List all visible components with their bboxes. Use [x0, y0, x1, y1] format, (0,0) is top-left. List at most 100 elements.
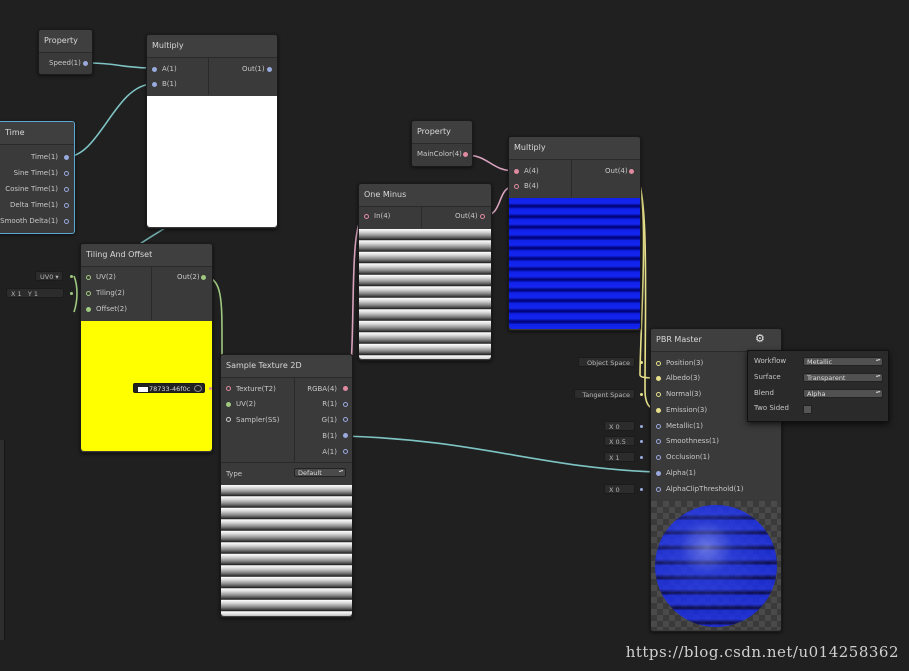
occlusion-value: X 1 [609, 454, 620, 462]
position-space-field[interactable]: Object Space [578, 357, 635, 367]
a-input-port[interactable] [152, 67, 157, 72]
node-title: Time [0, 122, 74, 145]
metallic-value: X 0 [609, 423, 620, 431]
node-title: Property [412, 121, 472, 144]
a-input-label: A(4) [524, 167, 539, 175]
in-input-port[interactable] [364, 214, 369, 219]
uv-input-port[interactable] [86, 275, 91, 280]
r-output-label: R(1) [322, 400, 337, 408]
alpha-clip-input-label: AlphaClipThreshold(1) [666, 485, 744, 493]
rgba-output-label: RGBA(4) [307, 385, 337, 393]
rgba-output-port[interactable] [343, 386, 348, 391]
tiling-y-value: Y 1 [27, 290, 39, 298]
speed-output-port[interactable] [83, 61, 88, 66]
tiling-x-value: X 1 [11, 290, 22, 298]
master-preview [651, 501, 781, 630]
tiling-connector-dot [70, 292, 73, 295]
two-sided-checkbox[interactable] [803, 405, 812, 414]
texture-thumb-icon [138, 386, 148, 392]
multiply-node-2[interactable]: Multiply A(4) B(4) Out(4) [508, 136, 641, 331]
cosine-time-port[interactable] [64, 187, 69, 192]
clip-value-field[interactable]: X 0 [604, 484, 635, 494]
smoothness-value-field[interactable]: X 0.5 [604, 436, 635, 446]
normal-input-label: Normal(3) [666, 390, 702, 398]
g-output-port[interactable] [343, 417, 348, 422]
two-sided-label: Two Sided [754, 404, 789, 412]
tiling-input-port[interactable] [86, 291, 91, 296]
out-port[interactable] [201, 275, 206, 280]
property-speed-node[interactable]: Property Speed(1) [38, 29, 93, 75]
sampler-input-port[interactable] [226, 417, 231, 422]
time-output-port[interactable] [64, 155, 69, 160]
alpha-input-label: Alpha(1) [666, 469, 696, 477]
albedo-input-port[interactable] [656, 376, 661, 381]
property-color-node[interactable]: Property MainColor(4) [411, 120, 473, 167]
normal-space-field[interactable]: Tangent Space [574, 389, 635, 399]
smoothness-connector-dot [640, 440, 643, 443]
a-output-port[interactable] [343, 449, 348, 454]
out-port[interactable] [480, 214, 485, 219]
offset-input-port[interactable] [86, 307, 91, 312]
out-label: Out(2) [177, 273, 200, 281]
position-input-port[interactable] [656, 361, 661, 366]
metallic-input-label: Metallic(1) [666, 422, 703, 430]
alpha-input-port[interactable] [656, 471, 661, 476]
uv-channel-field[interactable]: UV0 ▾ [35, 271, 63, 281]
emission-input-label: Emission(3) [666, 406, 708, 414]
b-output-port[interactable] [343, 433, 348, 438]
tiling-vector-field[interactable]: X 1 Y 1 [6, 288, 64, 298]
b-input-port[interactable] [152, 82, 157, 87]
clip-connector-dot [640, 488, 643, 491]
surface-value: Transparent [807, 374, 846, 382]
b-output-label: B(1) [322, 432, 337, 440]
alpha-clip-input-port[interactable] [656, 487, 661, 492]
smoothness-input-port[interactable] [656, 439, 661, 444]
position-space-value: Object Space [586, 359, 630, 367]
master-settings-popup: Workflow Metallic Surface Transparent Bl… [747, 350, 889, 422]
a-input-port[interactable] [514, 169, 519, 174]
uv-connector-dot [70, 275, 73, 278]
out-port[interactable] [267, 67, 272, 72]
a-output-label: A(1) [322, 448, 337, 456]
node-title: Sample Texture 2D [221, 355, 352, 378]
sample-texture-node[interactable]: Sample Texture 2D Texture(T2) UV(2) Samp… [220, 354, 353, 618]
blend-label: Blend [754, 389, 774, 397]
texture-asset-name: 78733-46f0c [149, 385, 191, 393]
texture-picker-button[interactable] [194, 385, 202, 392]
texture-input-port[interactable] [226, 386, 231, 391]
time-node[interactable]: Time Time(1) Sine Time(1) Cosine Time(1)… [0, 121, 75, 234]
offscreen-node-fragment [0, 440, 5, 640]
out-port[interactable] [629, 169, 634, 174]
multiply-node-1[interactable]: Multiply A(1) B(1) Out(1) [146, 34, 278, 229]
preview-white [147, 96, 277, 227]
smooth-delta-port[interactable] [64, 219, 69, 224]
uv-input-port[interactable] [226, 402, 231, 407]
metallic-input-port[interactable] [656, 424, 661, 429]
albedo-input-label: Albedo(3) [666, 374, 701, 382]
r-output-port[interactable] [343, 402, 348, 407]
texture-input-label: Texture(T2) [236, 385, 276, 393]
delta-time-port[interactable] [64, 203, 69, 208]
blend-dropdown[interactable]: Alpha [803, 389, 883, 398]
one-minus-node[interactable]: One Minus In(4) Out(4) [358, 183, 492, 361]
wire-time-to-b [65, 83, 154, 158]
b-input-label: B(4) [524, 182, 539, 190]
tiling-offset-node[interactable]: Tiling And Offset UV(2) Tiling(2) Offset… [80, 243, 213, 453]
b-input-port[interactable] [514, 184, 519, 189]
metallic-value-field[interactable]: X 0 [604, 421, 635, 431]
workflow-value: Metallic [807, 358, 833, 366]
gear-icon[interactable]: ⚙ [755, 333, 765, 345]
clip-value: X 0 [609, 486, 620, 494]
surface-dropdown[interactable]: Transparent [803, 373, 883, 382]
workflow-dropdown[interactable]: Metallic [803, 357, 883, 366]
maincolor-output-port[interactable] [463, 152, 468, 157]
tiling-input-label: Tiling(2) [96, 289, 125, 297]
occlusion-input-port[interactable] [656, 455, 661, 460]
position-input-label: Position(3) [666, 359, 704, 367]
node-title: Multiply [147, 35, 277, 58]
normal-input-port[interactable] [656, 392, 661, 397]
type-dropdown[interactable]: Default [294, 468, 346, 477]
occlusion-value-field[interactable]: X 1 [604, 452, 635, 462]
sine-time-port[interactable] [64, 171, 69, 176]
emission-input-port[interactable] [656, 408, 661, 413]
